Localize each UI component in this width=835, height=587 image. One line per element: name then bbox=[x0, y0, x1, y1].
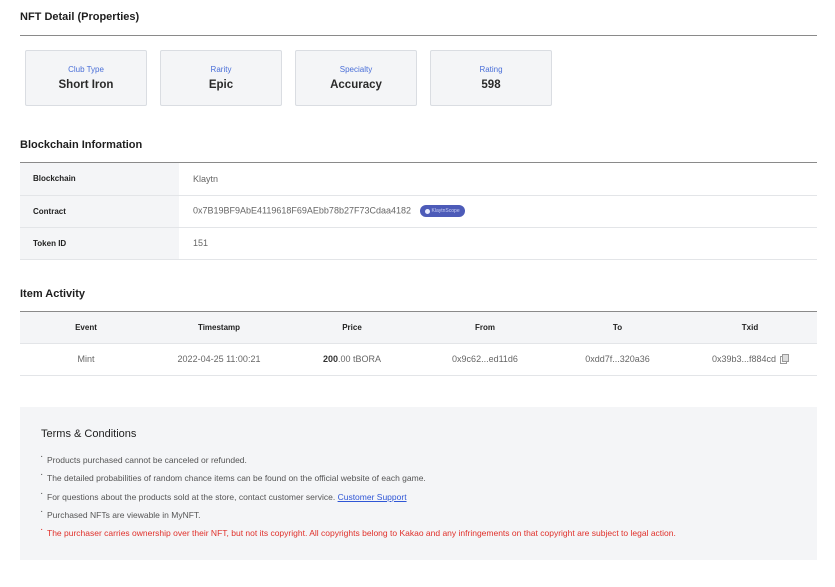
activity-to: 0xdd7f...320a36 bbox=[552, 343, 683, 376]
klaytnscope-label: KlaytnScope bbox=[431, 208, 460, 214]
column-header-price: Price bbox=[286, 312, 418, 344]
activity-txid: 0x39b3...f884cd bbox=[711, 354, 777, 364]
contract-cell: 0x7B19BF9AbE4119618F69AEbb78b27F73Cdaa41… bbox=[179, 195, 817, 228]
activity-header-row: Event Timestamp Price From To Txid bbox=[20, 312, 817, 344]
token-id-value: 151 bbox=[179, 227, 817, 260]
token-id-key: Token ID bbox=[20, 227, 179, 260]
terms-panel: Terms & Conditions Products purchased ca… bbox=[20, 407, 817, 560]
klaytnscope-icon bbox=[424, 208, 430, 214]
property-label: Rating bbox=[479, 65, 503, 74]
terms-list: Products purchased cannot be canceled or… bbox=[40, 451, 676, 545]
table-row: Blockchain Klaytn bbox=[20, 163, 817, 196]
property-value: 598 bbox=[481, 79, 501, 91]
activity-price: 200.00 tBORA bbox=[286, 343, 418, 376]
blockchain-info-table: Blockchain Klaytn Contract 0x7B19BF9AbE4… bbox=[20, 163, 817, 260]
column-header-txid: Txid bbox=[683, 312, 817, 344]
list-item-copyright-warning: The purchaser carries ownership over the… bbox=[40, 524, 676, 545]
blockchain-heading: Blockchain Information bbox=[20, 139, 143, 151]
activity-heading: Item Activity bbox=[20, 288, 86, 300]
blockchain-value: Klaytn bbox=[179, 163, 817, 196]
price-decimals: .00 bbox=[338, 354, 351, 364]
activity-from: 0x9c62...ed11d6 bbox=[418, 343, 552, 376]
table-row: Token ID 151 bbox=[20, 227, 817, 260]
activity-table: Event Timestamp Price From To Txid Mint … bbox=[20, 312, 817, 376]
list-item: Purchased NFTs are viewable in MyNFT. bbox=[40, 506, 676, 527]
property-card-specialty: Specialty Accuracy bbox=[295, 50, 417, 106]
property-value: Short Iron bbox=[58, 79, 114, 91]
property-value: Epic bbox=[208, 79, 234, 91]
activity-txid-cell: 0x39b3...f884cd bbox=[683, 343, 817, 376]
column-header-timestamp: Timestamp bbox=[152, 312, 286, 344]
list-item: For questions about the products sold at… bbox=[40, 488, 676, 509]
property-card-rarity: Rarity Epic bbox=[160, 50, 282, 106]
klaytnscope-button[interactable]: KlaytnScope bbox=[419, 205, 465, 217]
property-card-rating: Rating 598 bbox=[430, 50, 552, 106]
price-value: 200 bbox=[322, 354, 338, 364]
property-value: Accuracy bbox=[330, 79, 382, 91]
column-header-from: From bbox=[418, 312, 552, 344]
property-card-club-type: Club Type Short Iron bbox=[25, 50, 147, 106]
activity-event: Mint bbox=[20, 343, 152, 376]
contract-key: Contract bbox=[20, 195, 179, 228]
contract-address: 0x7B19BF9AbE4119618F69AEbb78b27F73Cdaa41… bbox=[193, 205, 412, 216]
column-header-event: Event bbox=[20, 312, 152, 344]
list-item: The detailed probabilities of random cha… bbox=[40, 469, 676, 490]
price-unit: tBORA bbox=[350, 354, 382, 364]
terms-title: Terms & Conditions bbox=[41, 428, 137, 440]
copy-icon[interactable] bbox=[780, 354, 790, 364]
column-header-to: To bbox=[552, 312, 683, 344]
customer-support-link[interactable]: Customer Support bbox=[338, 492, 407, 502]
blockchain-key: Blockchain bbox=[20, 163, 179, 196]
list-item: Products purchased cannot be canceled or… bbox=[40, 451, 676, 472]
property-label: Club Type bbox=[68, 65, 104, 74]
nft-detail-divider bbox=[20, 35, 817, 36]
nft-detail-heading: NFT Detail (Properties) bbox=[20, 11, 140, 23]
property-cards: Club Type Short Iron Rarity Epic Special… bbox=[25, 50, 552, 106]
table-row: Contract 0x7B19BF9AbE4119618F69AEbb78b27… bbox=[20, 195, 817, 228]
activity-timestamp: 2022-04-25 11:00:21 bbox=[152, 343, 286, 376]
table-row: Mint 2022-04-25 11:00:21 200.00 tBORA 0x… bbox=[20, 343, 817, 376]
property-label: Specialty bbox=[339, 65, 373, 74]
terms-item-text: For questions about the products sold at… bbox=[47, 491, 336, 502]
property-label: Rarity bbox=[210, 65, 232, 74]
